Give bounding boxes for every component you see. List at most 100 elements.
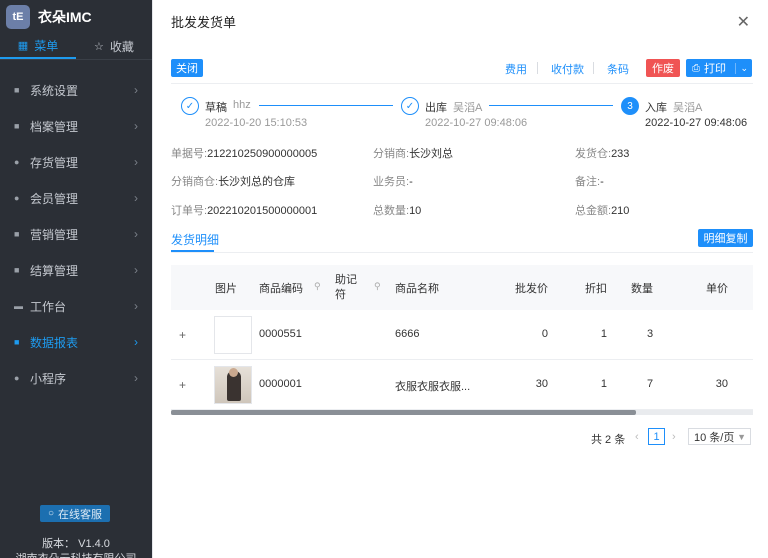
sidebar-item-reports[interactable]: ■ 数据报表 › [0, 324, 152, 360]
sidebar-tabs: ▦ 菜单 ☆ 收藏 [0, 34, 152, 60]
chevron-right-icon: › [134, 263, 138, 277]
order-number-value: 202210201500000001 [207, 205, 318, 217]
chevron-right-icon: › [134, 83, 138, 97]
barcode-link[interactable]: 条码 [607, 61, 629, 77]
ship-warehouse-field: 发货仓:233 [575, 145, 629, 161]
sidebar-item-label: 会员管理 [30, 191, 79, 206]
table-row[interactable]: + 0000551 6666 0 1 3 [171, 310, 753, 360]
divider [171, 83, 753, 84]
page-size-value: 10 条/页 [694, 431, 735, 444]
online-service-button[interactable]: ○ 在线客服 [40, 505, 110, 522]
close-icon[interactable]: ✕ [737, 12, 750, 32]
chevron-right-icon: › [134, 371, 138, 385]
cell-price: 30 [535, 378, 548, 390]
step-name: 出库 [425, 102, 447, 114]
page-size-select[interactable]: 10 条/页 ▼ [688, 428, 751, 445]
col-mnemonic: 助记符 [335, 274, 357, 301]
step-user: 吴滔A [673, 102, 703, 114]
tab-menu-label: 菜单 [34, 39, 59, 53]
search-icon[interactable]: ⚲ [374, 281, 381, 292]
sidebar-item-workbench[interactable]: ▬ 工作台 › [0, 288, 152, 324]
product-photo-head [229, 368, 238, 377]
page-1-button[interactable]: 1 [648, 428, 665, 445]
star-icon: ☆ [94, 41, 104, 53]
distributor-label: 分销商: [373, 148, 410, 160]
cell-discount: 1 [600, 378, 607, 390]
sidebar-item-label: 结算管理 [30, 263, 79, 278]
total-qty-field: 总数量:10 [373, 202, 421, 218]
payment-link[interactable]: 收付款 [551, 61, 584, 77]
step-connector [489, 105, 613, 106]
chevron-right-icon: › [134, 335, 138, 349]
dist-warehouse-label: 分销商仓: [171, 176, 219, 188]
scrollbar-thumb[interactable] [171, 410, 636, 415]
step-connector [259, 105, 393, 106]
check-icon: ✓ [181, 97, 199, 115]
sidebar-item-label: 档案管理 [30, 119, 79, 134]
total-count: 共 2 条 [591, 434, 626, 446]
sidebar-item-inventory[interactable]: ● 存货管理 › [0, 144, 152, 180]
brand: tE 衣朵IMC [0, 0, 152, 34]
doc-number-label: 单据号: [171, 148, 208, 160]
distributor-field: 分销商:长沙刘总 [373, 145, 453, 161]
sidebar-item-label: 营销管理 [30, 227, 79, 242]
close-button[interactable]: 关闭 [171, 59, 203, 77]
chevron-down-icon: ▼ [737, 431, 746, 442]
sidebar-item-system-settings[interactable]: ■ 系统设置 › [0, 72, 152, 108]
inventory-icon: ● [14, 157, 20, 167]
step-time: 2022-10-27 09:48:06 [645, 117, 748, 129]
divider [171, 252, 753, 253]
expand-icon[interactable]: + [179, 378, 186, 392]
cell-qty: 3 [647, 328, 654, 340]
cell-name: 衣服衣服衣服... [395, 381, 471, 393]
cell-qty: 7 [647, 378, 654, 390]
workbench-icon: ▬ [14, 301, 23, 311]
search-icon[interactable]: ⚲ [314, 281, 321, 292]
step-user: hhz [233, 99, 251, 111]
dist-warehouse-value: 长沙刘总的仓库 [218, 176, 296, 188]
total-qty-label: 总数量: [373, 205, 410, 217]
online-service-label: 在线客服 [58, 508, 103, 521]
company-name: 湖南衣朵云科技有限公司 [0, 550, 152, 558]
void-button[interactable]: 作废 [646, 59, 680, 77]
salesman-value: - [409, 176, 413, 188]
tab-delivery-detail[interactable]: 发货明细 [171, 231, 219, 248]
cell-name: 6666 [395, 328, 420, 340]
step-user: 吴滔A [453, 102, 483, 114]
settings-icon: ■ [14, 85, 20, 95]
sidebar-item-archive[interactable]: ■ 档案管理 › [0, 108, 152, 144]
remark-label: 备注: [575, 176, 601, 188]
chevron-left-icon[interactable]: ‹ [635, 431, 639, 443]
tab-favorites[interactable]: ☆ 收藏 [76, 34, 152, 59]
sidebar-item-label: 系统设置 [30, 83, 79, 98]
fee-link[interactable]: 费用 [505, 61, 527, 77]
col-code: 商品编码 [259, 283, 303, 295]
version-text: 版本： V1.4.0 [42, 538, 110, 550]
sidebar-item-label: 工作台 [30, 299, 67, 314]
grid-icon: ▦ [17, 40, 29, 52]
delivery-drawer: 批发发货单 ✕ 关闭 费用 收付款 条码 作废 ⎙ 打印 ⌄ ✓ 草稿 hhz … [152, 0, 768, 558]
ship-warehouse-label: 发货仓: [575, 148, 612, 160]
doc-number-value: 212210250900000005 [207, 148, 318, 160]
sidebar-item-miniprogram[interactable]: ● 小程序 › [0, 360, 152, 396]
remark-field: 备注:- [575, 173, 604, 189]
sidebar-item-label: 小程序 [30, 371, 67, 386]
sidebar-item-marketing[interactable]: ■ 营销管理 › [0, 216, 152, 252]
total-qty-value: 10 [409, 205, 422, 217]
sidebar-item-settlement[interactable]: ■ 结算管理 › [0, 252, 152, 288]
ship-warehouse-value: 233 [611, 148, 630, 160]
drawer-title: 批发发货单 [171, 14, 237, 30]
print-button[interactable]: ⎙ 打印 ⌄ [686, 59, 752, 77]
copy-detail-button[interactable]: 明细复制 [698, 229, 753, 247]
tab-menu[interactable]: ▦ 菜单 [0, 34, 76, 59]
members-icon: ● [14, 193, 20, 203]
chevron-right-icon[interactable]: › [672, 431, 676, 443]
sidebar: tE 衣朵IMC ▦ 菜单 ☆ 收藏 ■ 系统设置 › ■ 档案管理 › ● 存… [0, 0, 152, 558]
horizontal-scrollbar[interactable] [171, 410, 753, 415]
chevron-down-icon: ⌄ [735, 62, 748, 74]
expand-icon[interactable]: + [179, 328, 186, 342]
sidebar-item-members[interactable]: ● 会员管理 › [0, 180, 152, 216]
total-amount-label: 总金额: [575, 205, 612, 217]
table-row[interactable]: + 0000001 衣服衣服衣服... 30 1 7 30 [171, 360, 753, 410]
sidebar-item-label: 存货管理 [30, 155, 79, 170]
